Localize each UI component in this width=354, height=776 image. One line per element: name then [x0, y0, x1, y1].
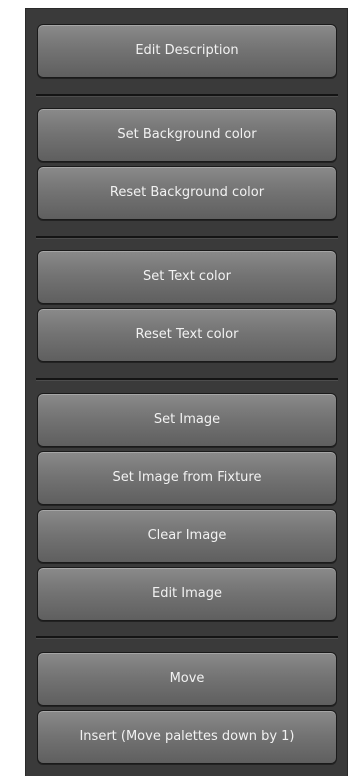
edit-image-button[interactable]: Edit Image: [37, 567, 337, 621]
reset-text-color-button[interactable]: Reset Text color: [37, 308, 337, 362]
edit-description-button[interactable]: Edit Description: [37, 24, 337, 78]
set-text-color-button[interactable]: Set Text color: [37, 250, 337, 304]
insert-button[interactable]: Insert (Move palettes down by 1): [37, 710, 337, 764]
set-image-button[interactable]: Set Image: [37, 393, 337, 447]
separator: [36, 94, 338, 97]
reset-background-color-button[interactable]: Reset Background color: [37, 166, 337, 220]
separator: [36, 236, 338, 239]
set-background-color-button[interactable]: Set Background color: [37, 108, 337, 162]
context-menu-panel: Edit Description Set Background color Re…: [25, 8, 348, 776]
set-image-from-fixture-button[interactable]: Set Image from Fixture: [37, 451, 337, 505]
move-button[interactable]: Move: [37, 652, 337, 706]
clear-image-button[interactable]: Clear Image: [37, 509, 337, 563]
separator: [36, 636, 338, 639]
separator: [36, 378, 338, 381]
